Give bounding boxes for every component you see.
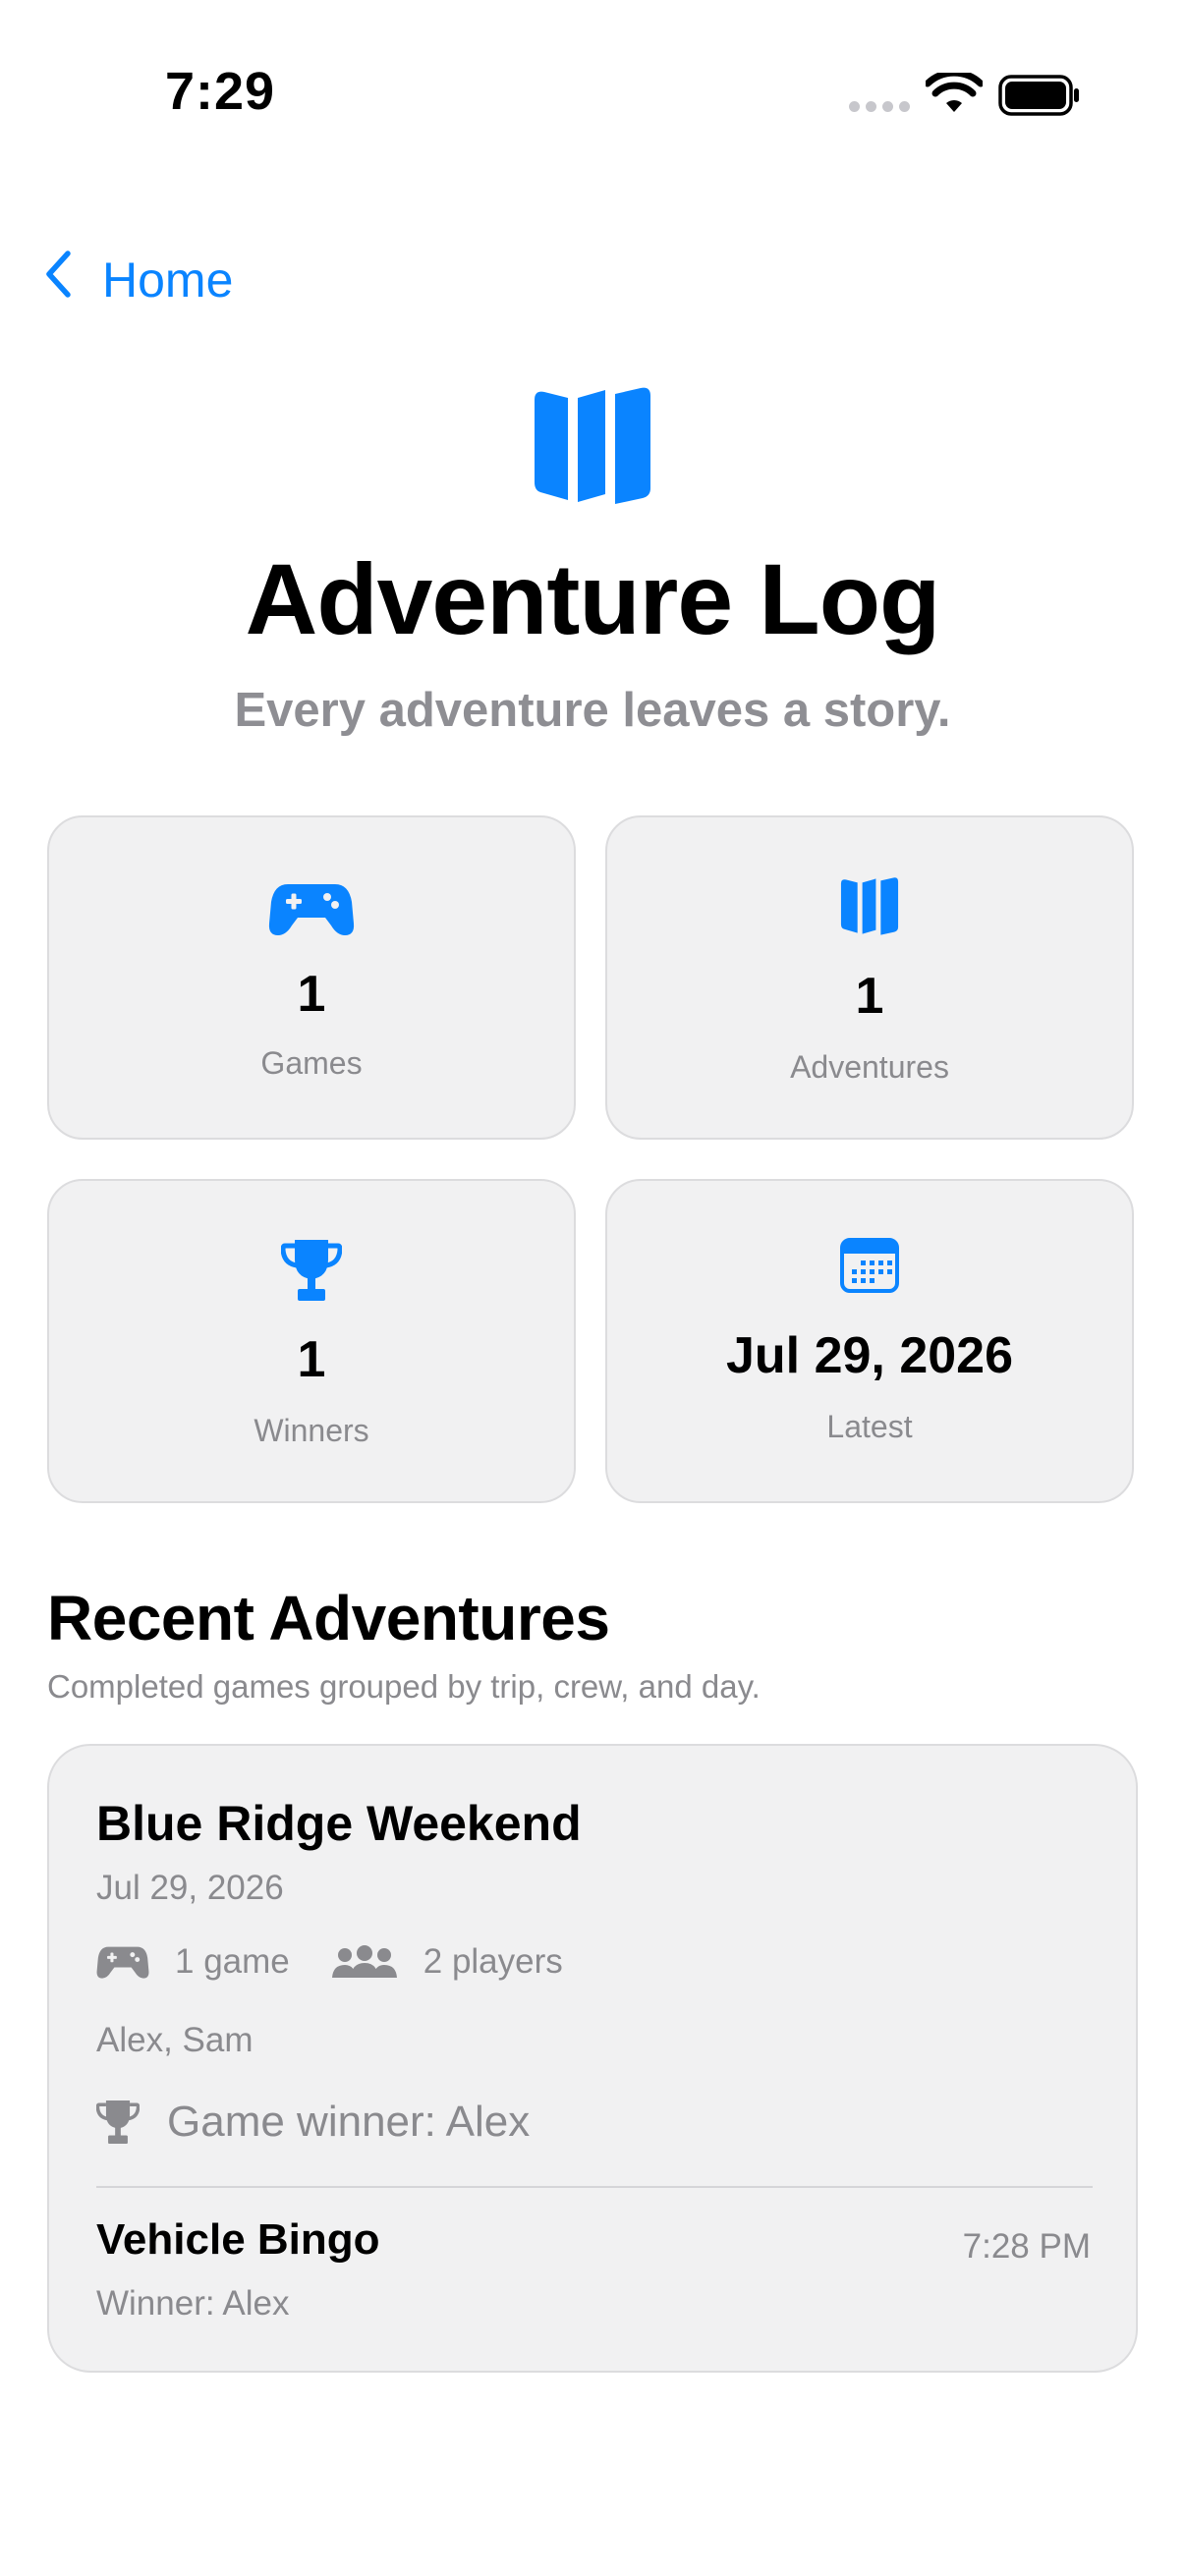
adventure-players-count: 2 players: [423, 1942, 563, 1981]
game-name: Vehicle Bingo: [96, 2215, 380, 2264]
adventure-card[interactable]: Blue Ridge Weekend Jul 29, 2026 1 game 2…: [47, 1744, 1138, 2373]
adventure-winner-text: Game winner: Alex: [167, 2098, 531, 2146]
stat-value: Jul 29, 2026: [726, 1327, 1013, 1384]
adventure-date: Jul 29, 2026: [96, 1869, 284, 1907]
back-button[interactable]: Home: [43, 246, 233, 314]
wifi-icon: [924, 69, 985, 121]
trophy-icon: [96, 2099, 140, 2146]
adventure-games-count: 1 game: [175, 1942, 290, 1981]
stat-value: 1: [297, 966, 326, 1023]
adventure-meta: 1 game 2 players: [96, 1942, 563, 1982]
page-subtitle: Every adventure leaves a story.: [234, 684, 951, 737]
gamecontroller-icon: [49, 880, 574, 937]
stat-label: Games: [260, 1045, 363, 1081]
back-button-label: Home: [102, 252, 234, 308]
stat-value: 1: [297, 1331, 326, 1388]
adventure-title: Blue Ridge Weekend: [96, 1796, 582, 1851]
game-row[interactable]: Vehicle Bingo Winner: Alex 7:28 PM: [49, 2188, 1136, 2325]
status-time: 7:29: [165, 62, 276, 121]
adventure-players: Alex, Sam: [96, 2021, 254, 2059]
gamecontroller-icon: [96, 1944, 149, 1980]
cellular-signal-icon: [849, 101, 910, 112]
chevron-left-icon: [43, 250, 73, 310]
people-icon: [331, 1944, 398, 1980]
stat-label: Latest: [826, 1409, 913, 1444]
trophy-icon: [49, 1238, 574, 1303]
section-title: Recent Adventures: [47, 1583, 610, 1653]
calendar-icon: [607, 1238, 1132, 1293]
stat-label: Adventures: [790, 1049, 949, 1085]
stat-card-winners: 1 Winners: [47, 1179, 576, 1503]
stat-card-adventures: 1 Adventures: [605, 815, 1134, 1140]
stat-label: Winners: [254, 1413, 369, 1448]
adventure-winner: Game winner: Alex: [96, 2098, 530, 2147]
page-title: Adventure Log: [245, 543, 941, 655]
stat-value: 1: [855, 968, 884, 1025]
map-icon: [527, 386, 658, 513]
game-winner: Winner: Alex: [96, 2284, 290, 2323]
battery-icon: [998, 75, 1081, 121]
stat-card-games: 1 Games: [47, 815, 576, 1140]
stat-card-latest: Jul 29, 2026 Latest: [605, 1179, 1134, 1503]
section-subtitle: Completed games grouped by trip, crew, a…: [47, 1668, 761, 1705]
map-icon: [607, 876, 1132, 937]
game-time: 7:28 PM: [962, 2227, 1091, 2266]
